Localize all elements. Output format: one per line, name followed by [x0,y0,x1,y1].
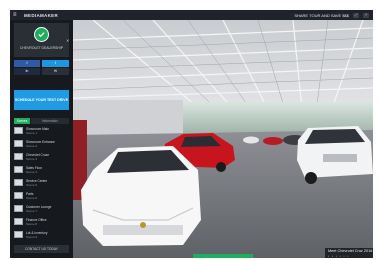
truck-white-grille [323,154,357,162]
scene-sub: Scene 1 [26,131,38,135]
scene-thumbnail [14,231,23,238]
scene-sub: Scene 9 [26,235,38,239]
list-item[interactable]: Finance Office Scene 8 [14,217,69,227]
scene-thumbnail [14,179,23,186]
left-wall [73,100,183,136]
close-icon[interactable]: ✕ [66,38,69,43]
app-logo: MEDIAMAKER [24,12,58,18]
list-item[interactable]: Service Center Scene 5 [14,178,69,188]
contact-button[interactable]: CONTACT US TODAY [14,245,69,253]
car-background-white [243,136,259,144]
share-tour-link[interactable]: SHARE TOUR AND SAVE $$$ [294,13,349,18]
list-item[interactable]: Chevrolet Cruze Scene 3 [14,152,69,162]
car-background-red [263,137,283,145]
list-item[interactable]: Sales Floor Scene 4 [14,165,69,175]
floor-highlight [193,254,253,258]
scene-list: Showroom Main Scene 1 Showroom Entrance … [14,126,69,243]
fullscreen-icon[interactable]: ⤢ [353,12,359,18]
caption-pagination[interactable]: • • • • • • [328,254,349,258]
scene-thumbnail [14,192,23,199]
schedule-test-drive-button[interactable]: SCHEDULE YOUR TEST DRIVE [14,90,69,110]
chevrolet-badge-icon [140,222,146,228]
brand-logo-icon [34,27,49,42]
tab-information[interactable]: Information [31,118,69,124]
scene-thumbnail [14,127,23,134]
scene-sub: Scene 8 [26,222,38,226]
car-red-wheel [216,162,226,172]
truck-white-windshield [305,129,365,144]
twitter-icon[interactable]: t [42,60,69,67]
truck-white-wheel [305,172,317,184]
scene-sub: Scene 3 [26,157,38,161]
scene-thumbnail [14,153,23,160]
menu-icon[interactable]: ≡ [13,12,19,18]
scene-sub: Scene 6 [26,196,38,200]
facebook-icon[interactable]: f [14,60,40,67]
list-item[interactable]: Lot & Inventory Scene 9 [14,230,69,240]
scene-thumbnail [14,205,23,212]
tab-scenes[interactable]: Scenes [14,118,30,124]
brand-name: CHEVROLET DEALERSHIP [19,46,64,50]
list-item[interactable]: Parts Scene 6 [14,191,69,201]
scene-sub: Scene 2 [26,144,38,148]
showroom-panorama [73,20,373,258]
list-item[interactable]: Customer Lounge Scene 7 [14,204,69,214]
panorama-viewer[interactable]: Meet Chevrolet Cruz 2016 • • • • • • [73,20,373,258]
linkedin-icon[interactable]: in [14,68,40,75]
sidebar-tabs: Scenes Information [14,118,69,124]
tour-window: ≡ MEDIAMAKER SHARE TOUR AND SAVE $$$ ⤢ ?… [10,10,373,258]
scene-thumbnail [14,140,23,147]
scene-thumbnail [14,166,23,173]
top-bar-actions: SHARE TOUR AND SAVE $$$ ⤢ ? [294,12,369,18]
scene-sub: Scene 5 [26,183,38,187]
social-buttons: f t in ✉ [14,60,69,76]
sidebar: ✕ CHEVROLET DEALERSHIP f t in ✉ SCHEDULE… [10,20,73,258]
scene-sub: Scene 4 [26,170,38,174]
scene-thumbnail [14,218,23,225]
brand-panel: ✕ CHEVROLET DEALERSHIP [14,23,69,57]
list-item[interactable]: Showroom Entrance Scene 2 [14,139,69,149]
top-bar: ≡ MEDIAMAKER SHARE TOUR AND SAVE $$$ ⤢ ? [10,10,373,20]
help-icon[interactable]: ? [363,12,369,18]
email-icon[interactable]: ✉ [42,68,69,75]
scene-sub: Scene 7 [26,209,38,213]
scene-caption: Meet Chevrolet Cruz 2016 • • • • • • [325,248,373,258]
list-item[interactable]: Showroom Main Scene 1 [14,126,69,136]
caption-text: Meet Chevrolet Cruz 2016 [328,249,373,253]
